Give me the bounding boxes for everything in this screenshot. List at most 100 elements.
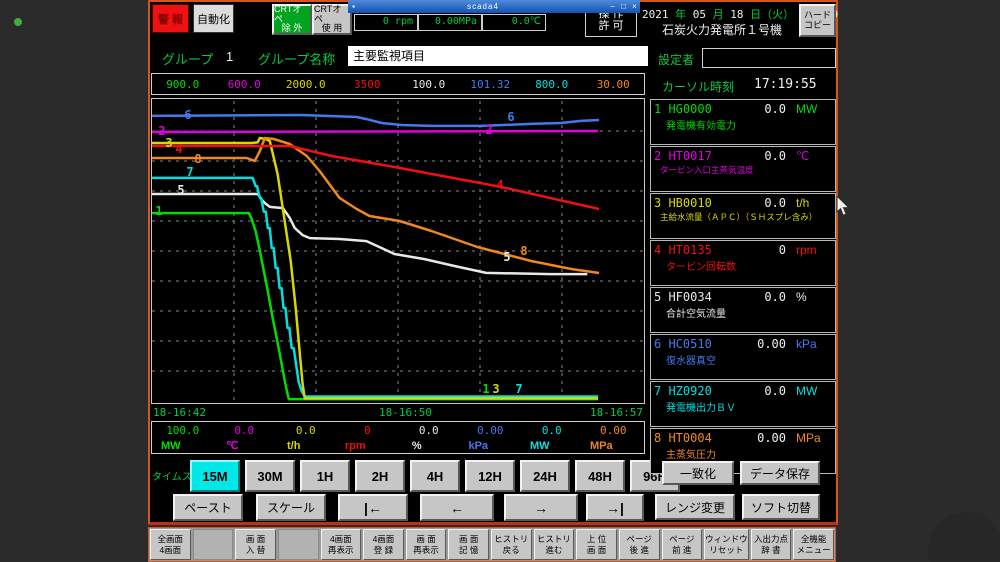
time-tick-mid: 18-16:50 [379, 406, 432, 419]
group-name-label: グループ名称 [258, 49, 335, 68]
timespan-15M[interactable]: 15M [190, 460, 240, 492]
channel-desc: 主蒸気圧力 [654, 446, 832, 461]
svg-text:5: 5 [503, 250, 510, 264]
scale-unit-HT0017: ℃ [202, 439, 264, 452]
channel-desc: 発電機出力ＢＶ [654, 399, 832, 414]
timespan-48H[interactable]: 48H [575, 460, 625, 492]
toolbar-cell-0: 全画面4画面 [150, 529, 191, 560]
scale-min-box: 100.00.00.000.00.000.00.00 MW℃t/hrpm%kPa… [151, 421, 645, 454]
toolbar-button-2[interactable]: 画 面入 替 [235, 529, 276, 560]
channel-desc: 合計空気流量 [654, 305, 832, 320]
data-save-button[interactable]: データ保存 [740, 461, 820, 485]
close-icon[interactable]: × [629, 1, 640, 12]
scale-button[interactable]: スケール [256, 494, 326, 521]
quick-value-boxes: 0 rpm0.00MPa0.0℃ [354, 14, 546, 31]
hardcopy-button[interactable]: ハード コピー [799, 4, 836, 37]
minimize-icon[interactable]: − [607, 1, 618, 12]
toolbar-button-7[interactable]: 画 面記 憶 [448, 529, 489, 560]
scale-min-row: 100.00.00.000.00.000.00.00 [152, 422, 644, 438]
toolbar-button-6[interactable]: 画 面再表示 [406, 529, 447, 560]
channel-unit: MW [786, 384, 832, 398]
channel-box-HG0000: 1 HG00000.0MW発電機有効電力 [650, 99, 836, 145]
timespan-30M[interactable]: 30M [245, 460, 295, 492]
go-last-button[interactable]: →| [586, 494, 644, 521]
toolbar-blank [193, 529, 234, 560]
crt-exclude-button[interactable]: CRTオペ 除 外 [272, 4, 312, 35]
channel-tag: 7 HZ0920 [654, 384, 738, 398]
timespan-24H[interactable]: 24H [520, 460, 570, 492]
toolbar-cell-10: 上 位画 面 [576, 529, 617, 560]
scale-unit-HB0010: t/h [263, 440, 325, 452]
os-titlebar[interactable]: ▪ scada4 − □ × [348, 0, 640, 13]
channel-list: 1 HG00000.0MW発電機有効電力2 HT00170.0℃タービン入口主蒸… [650, 99, 836, 475]
titlebar-icon: ▪ [348, 1, 359, 12]
quick-value-1: 0.00MPa [418, 14, 482, 31]
crt-exclude-l2: 除 外 [282, 24, 303, 34]
channel-box-HF0034: 5 HF00340.0%合計空気流量 [650, 287, 836, 333]
soft-switch-button[interactable]: ソフト切替 [742, 494, 820, 520]
scale-max-HB0010: 2000.0 [275, 78, 337, 91]
svg-text:7: 7 [515, 382, 522, 396]
channel-unit: MW [786, 102, 832, 116]
toolbar-button-5[interactable]: 4画面登 録 [363, 529, 404, 560]
channel-tag: 4 HT0135 [654, 243, 738, 257]
function-toolbar: 全画面4画面画 面入 替4画面再表示4画面登 録画 面再表示画 面記 憶ヒストリ… [148, 527, 836, 562]
plant-name: 石炭火力発電所１号機 [646, 21, 798, 38]
channel-desc: タービン入口主蒸気温度 [654, 164, 832, 176]
restore-icon[interactable]: □ [618, 1, 629, 12]
trend-plot: 6234875162485137 [152, 99, 644, 403]
channel-value: 0.0 [738, 290, 786, 304]
timespan-12H[interactable]: 12H [465, 460, 515, 492]
cursor-time-label: カーソル時刻 [662, 78, 734, 95]
timespan-1H[interactable]: 1H [300, 460, 350, 492]
channel-unit: ℃ [786, 149, 832, 163]
channel-value: 0.00 [738, 337, 786, 351]
channel-tag: 5 HF0034 [654, 290, 738, 304]
time-tick-right: 18-16:57 [590, 406, 643, 419]
go-first-button[interactable]: |← [338, 494, 408, 521]
channel-tag: 3 HB0010 [654, 196, 738, 210]
auto-button[interactable]: 自動化 [193, 4, 234, 33]
go-prev-button[interactable]: ← [420, 494, 494, 521]
timespan-buttons: 15M30M1H2H4H12H24H48H96H [190, 460, 680, 492]
toolbar-button-11[interactable]: ページ後 進 [619, 529, 660, 560]
toolbar-button-15[interactable]: 全機能メニュー [793, 529, 834, 560]
alarm-button[interactable]: 警 報 [152, 4, 189, 33]
timespan-2H[interactable]: 2H [355, 460, 405, 492]
channel-tag: 8 HT0004 [654, 431, 738, 445]
go-next-button[interactable]: → [504, 494, 578, 521]
toolbar-button-14[interactable]: 入出力点辞 書 [751, 529, 792, 560]
svg-text:5: 5 [177, 183, 184, 197]
channel-desc: 主給水流量（ＡＰＣ）（ＳＨスプレ含み） [654, 211, 832, 223]
svg-text:6: 6 [507, 110, 514, 124]
toolbar-button-8[interactable]: ヒストリ戻る [491, 529, 532, 560]
match-button[interactable]: 一致化 [662, 461, 734, 485]
channel-desc: 発電機有効電力 [654, 117, 832, 132]
channel-tag: 6 HC0510 [654, 337, 738, 351]
crt-use-button[interactable]: CRTオペ 使 用 [312, 4, 352, 35]
range-change-button[interactable]: レンジ変更 [655, 494, 735, 520]
crt-exclude-l1: CRTオペ [274, 5, 310, 25]
timespan-4H[interactable]: 4H [410, 460, 460, 492]
scale-min-HT0135: 0 [337, 424, 399, 437]
toolbar-cell-9: ヒストリ進む [534, 529, 575, 560]
toolbar-button-0[interactable]: 全画面4画面 [150, 529, 191, 560]
toolbar-button-10[interactable]: 上 位画 面 [576, 529, 617, 560]
toolbar-button-13[interactable]: ウィンドウリセット [704, 529, 749, 560]
svg-text:6: 6 [184, 108, 191, 122]
toolbar-cell-13: ウィンドウリセット [704, 529, 749, 560]
screen-smudge [928, 512, 1000, 562]
scale-unit-HC0510: kPa [448, 440, 510, 452]
channel-box-HT0135: 4 HT01350rpmタービン回転数 [650, 240, 836, 286]
toolbar-cell-3 [278, 529, 319, 560]
quick-value-0: 0 rpm [354, 14, 418, 31]
toolbar-cell-11: ページ後 進 [619, 529, 660, 560]
scada-screen: 警 報 自動化 CRTオペ 除 外 CRTオペ 使 用 0 rpm0.00MPa… [0, 0, 1000, 562]
setter-field [702, 48, 836, 68]
toolbar-cell-7: 画 面記 憶 [448, 529, 489, 560]
toolbar-button-12[interactable]: ページ前 進 [662, 529, 703, 560]
scale-max-HC0510: 101.32 [460, 78, 522, 91]
toolbar-button-9[interactable]: ヒストリ進む [534, 529, 575, 560]
toolbar-button-4[interactable]: 4画面再表示 [321, 529, 362, 560]
paste-button[interactable]: ペースト [173, 494, 243, 521]
